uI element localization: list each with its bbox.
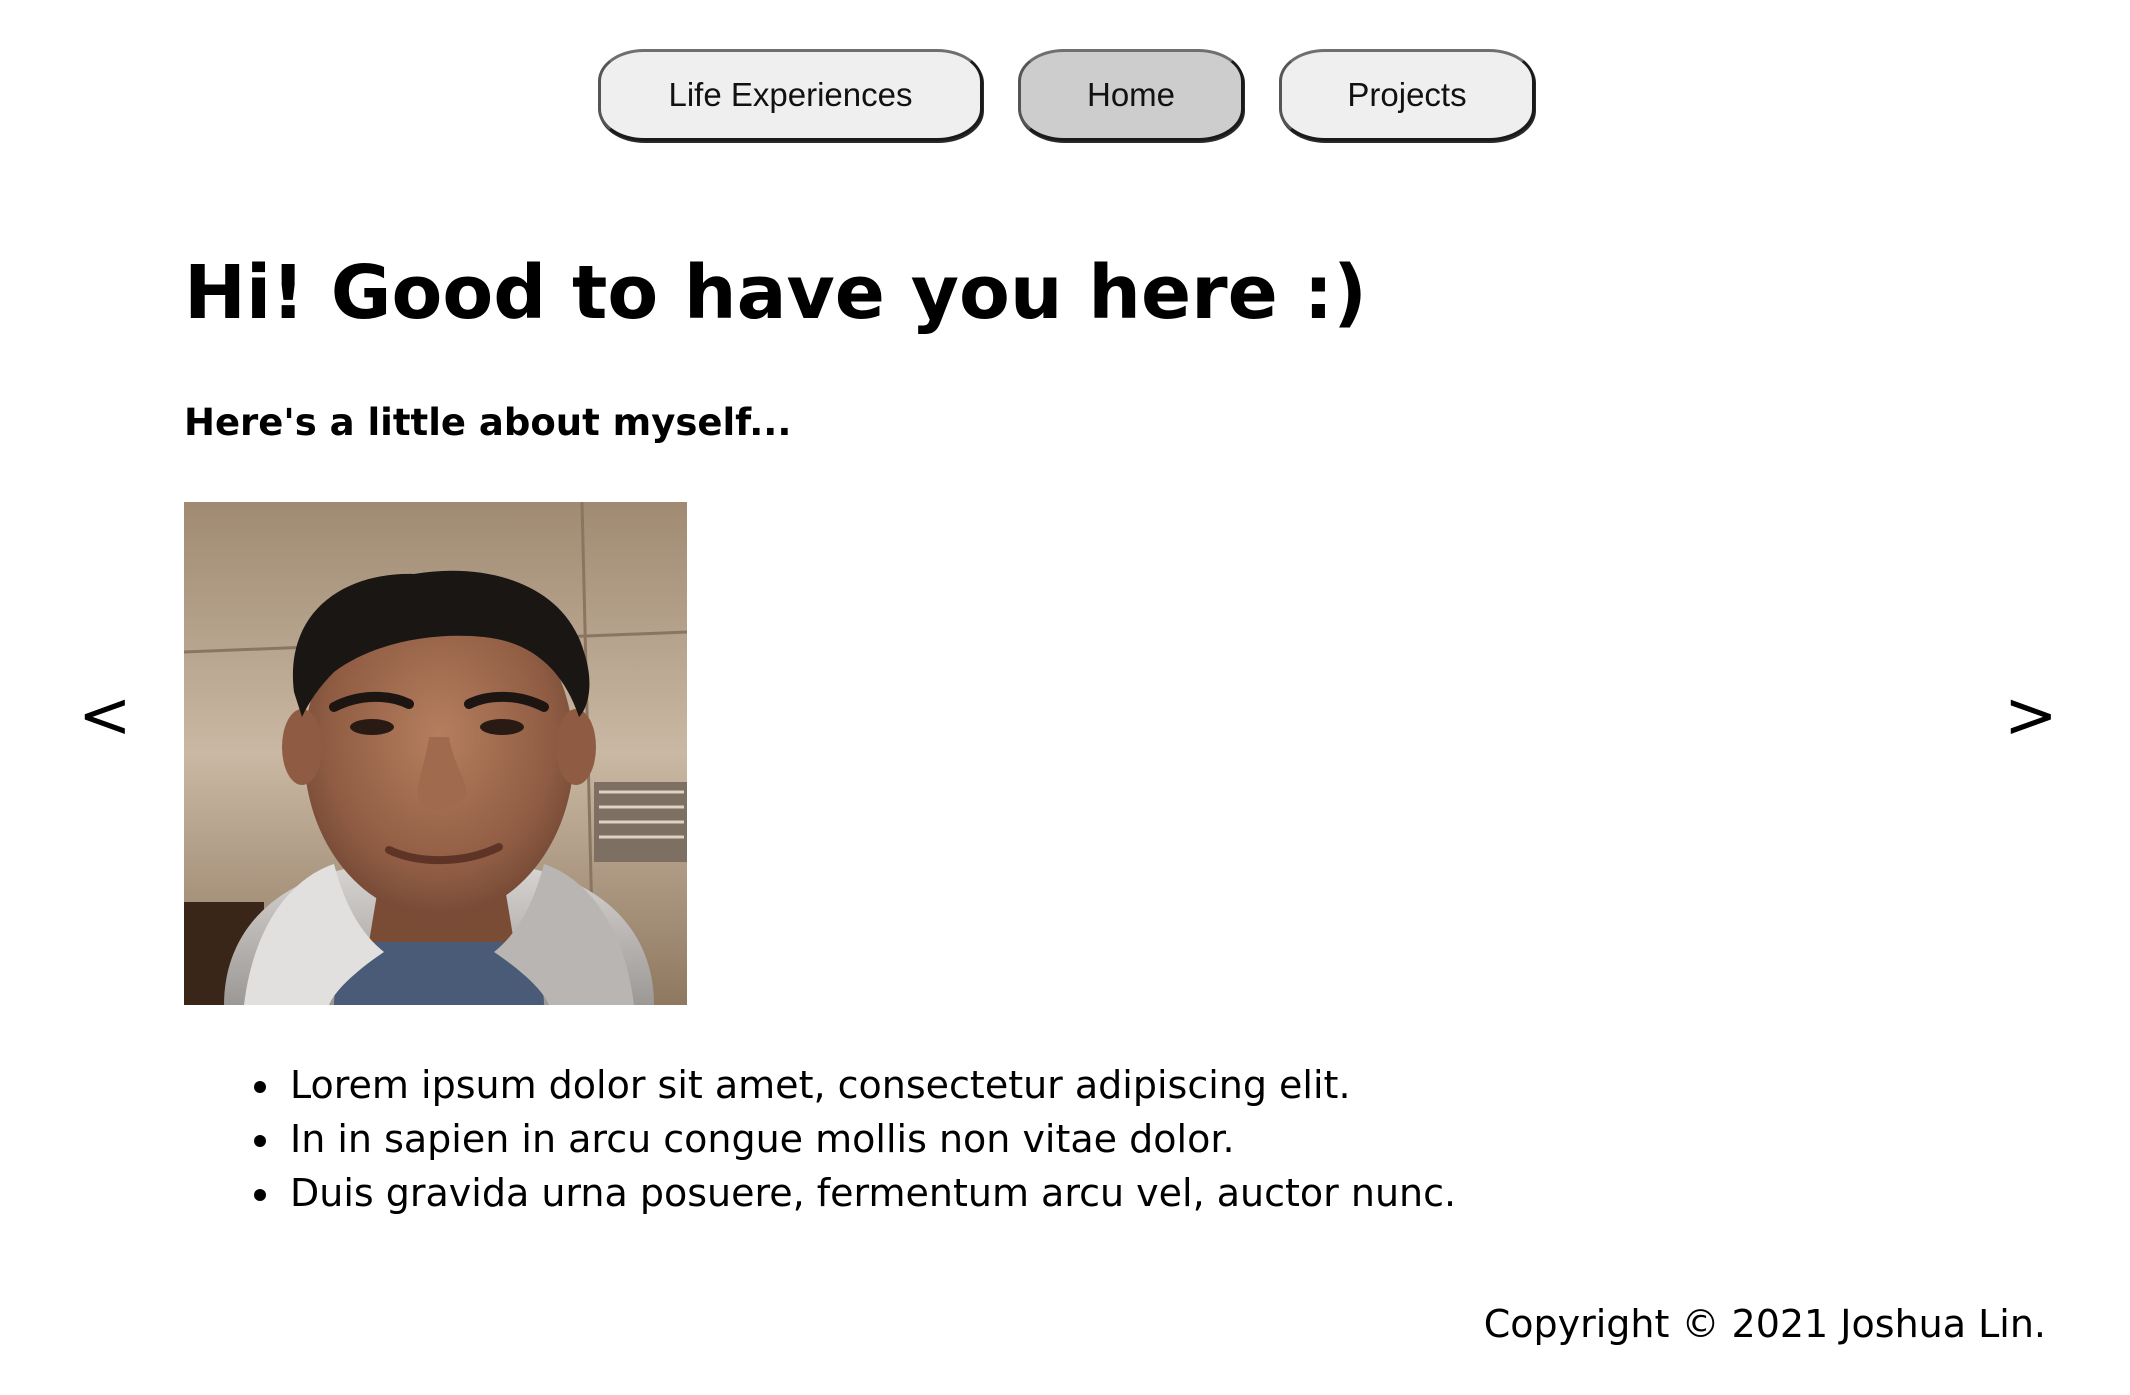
nav-button-home[interactable]: Home bbox=[1018, 49, 1244, 141]
footer-copyright: Copyright © 2021 Joshua Lin. bbox=[1483, 1302, 2046, 1346]
bio-list-item: In in sapien in arcu congue mollis non v… bbox=[284, 1112, 1456, 1166]
carousel-prev-button[interactable]: < bbox=[78, 676, 132, 756]
bio-list: Lorem ipsum dolor sit amet, consectetur … bbox=[228, 1058, 1456, 1220]
nav-button-projects[interactable]: Projects bbox=[1279, 49, 1535, 141]
top-nav: Life Experiences Home Projects bbox=[0, 49, 2130, 145]
page-heading: Hi! Good to have you here :) bbox=[184, 250, 1367, 336]
page: Life Experiences Home Projects Hi! Good … bbox=[0, 0, 2130, 1395]
page-subheading: Here's a little about myself... bbox=[184, 401, 792, 444]
carousel-next-button[interactable]: > bbox=[2004, 676, 2058, 756]
bio-list-item: Duis gravida urna posuere, fermentum arc… bbox=[284, 1166, 1456, 1220]
profile-photo-illustration bbox=[184, 502, 687, 1005]
profile-photo bbox=[184, 502, 687, 1005]
nav-button-life-experiences[interactable]: Life Experiences bbox=[598, 49, 983, 141]
bio-list-item: Lorem ipsum dolor sit amet, consectetur … bbox=[284, 1058, 1456, 1112]
